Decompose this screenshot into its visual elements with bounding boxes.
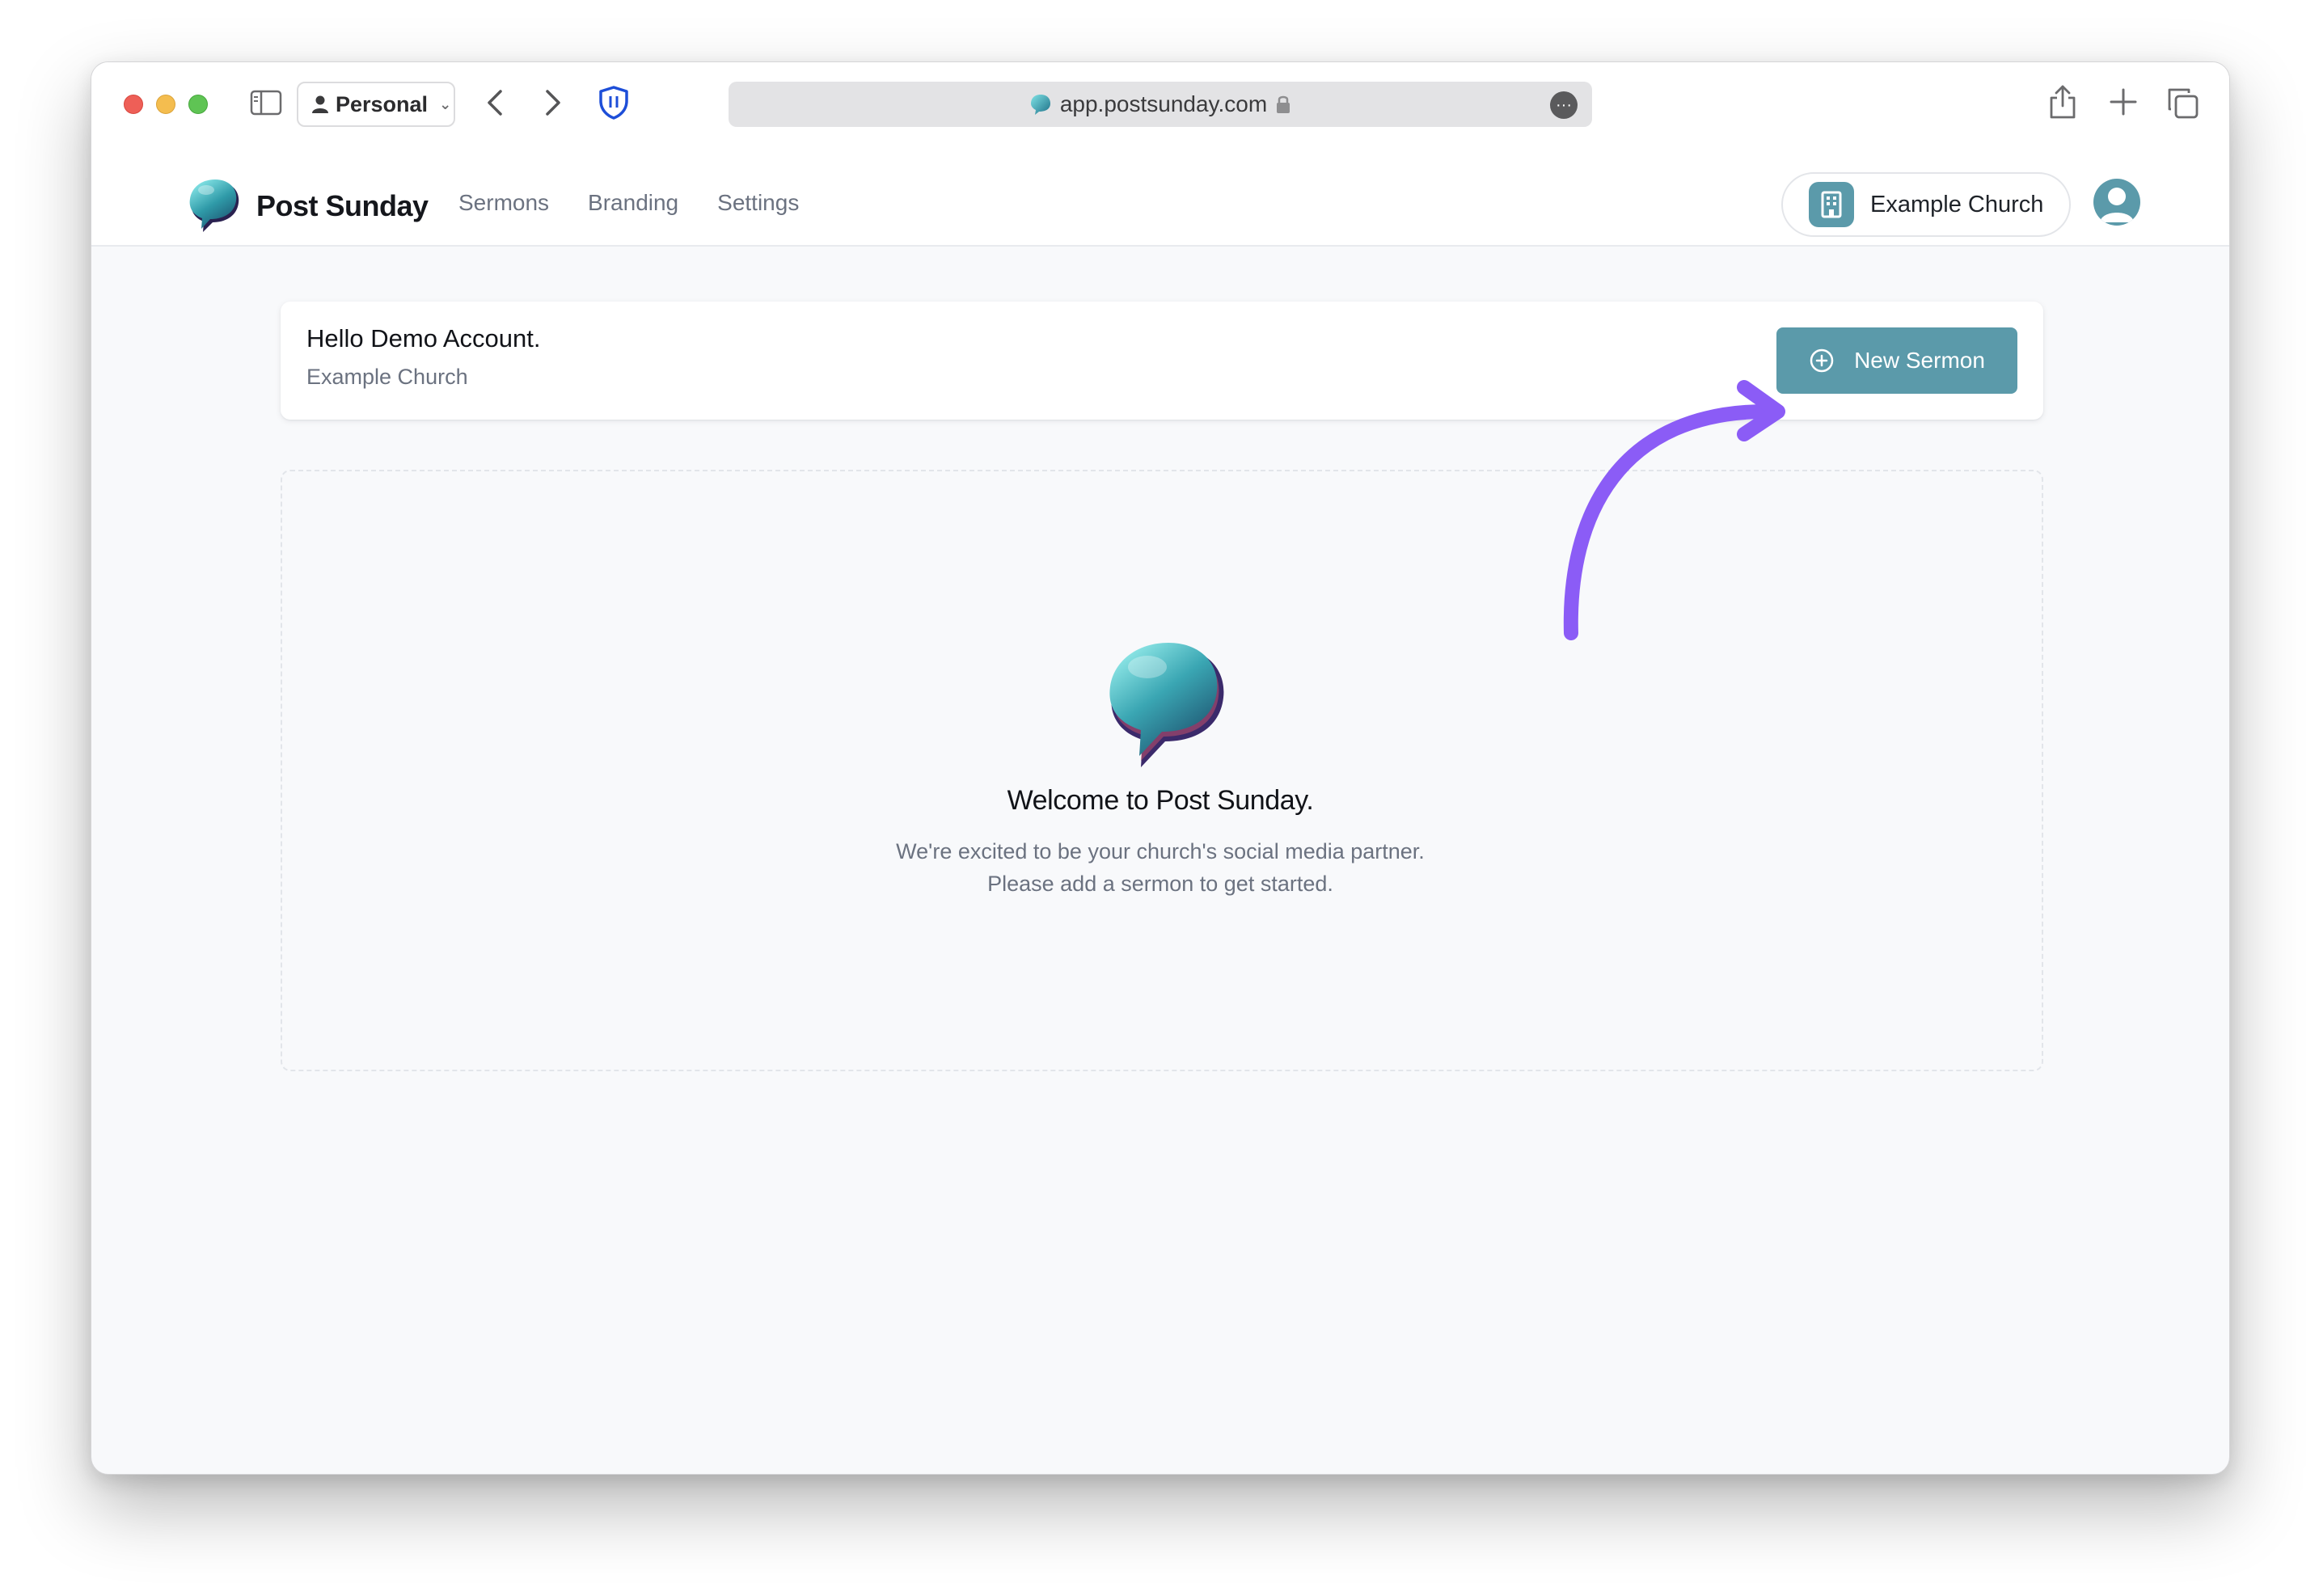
welcome-title: Welcome to Post Sunday. <box>1007 785 1314 816</box>
browser-window: Personal ⌄ app.postsunday.com ··· Post S… <box>91 61 2230 1475</box>
user-icon <box>2100 188 2134 222</box>
welcome-line-2: Please add a sermon to get started. <box>987 872 1333 896</box>
main-nav: Sermons Branding Settings <box>458 190 799 216</box>
user-avatar[interactable] <box>2093 179 2140 226</box>
tab-overview-icon[interactable] <box>2166 87 2199 119</box>
church-switcher-label: Example Church <box>1870 191 2044 217</box>
plus-circle-icon <box>1810 348 1834 373</box>
zoom-window-button[interactable] <box>188 95 208 114</box>
nav-link-sermons[interactable]: Sermons <box>458 190 549 216</box>
minimize-window-button[interactable] <box>156 95 175 114</box>
chevron-down-icon: ⌄ <box>439 95 452 112</box>
profile-selector[interactable]: Personal ⌄ <box>297 82 455 127</box>
window-controls <box>124 95 208 114</box>
address-bar[interactable]: app.postsunday.com ··· <box>729 82 1592 127</box>
forward-arrow-icon[interactable] <box>539 87 567 119</box>
share-icon[interactable] <box>2047 83 2079 120</box>
greeting-card: Hello Demo Account. Example Church New S… <box>281 302 2043 420</box>
new-sermon-button[interactable]: New Sermon <box>1776 327 2017 394</box>
church-switcher[interactable]: Example Church <box>1781 172 2071 237</box>
back-arrow-icon[interactable] <box>481 87 509 119</box>
welcome-line-1: We're excited to be your church's social… <box>896 839 1425 863</box>
lock-icon <box>1277 95 1290 113</box>
close-window-button[interactable] <box>124 95 143 114</box>
sidebar-toggle-icon[interactable] <box>250 90 282 116</box>
greeting-title: Hello Demo Account. <box>306 324 541 353</box>
site-favicon-icon <box>1030 95 1050 115</box>
password-manager-shield-icon[interactable] <box>596 85 631 120</box>
greeting-subtitle: Example Church <box>306 365 468 389</box>
post-sunday-large-logo-icon <box>1109 643 1224 767</box>
page-menu-icon[interactable]: ··· <box>1550 91 1578 119</box>
person-icon <box>312 95 328 113</box>
post-sunday-logo-icon <box>189 179 239 232</box>
brand-name: Post Sunday <box>256 189 429 222</box>
nav-link-settings[interactable]: Settings <box>717 190 799 216</box>
welcome-description: We're excited to be your church's social… <box>91 835 2229 900</box>
new-tab-plus-icon[interactable] <box>2108 87 2139 117</box>
brand[interactable]: Post Sunday <box>187 177 429 235</box>
app-header: Post Sunday Sermons Branding Settings Ex… <box>91 159 2229 247</box>
browser-toolbar: Personal ⌄ app.postsunday.com ··· <box>91 62 2229 159</box>
nav-link-branding[interactable]: Branding <box>588 190 678 216</box>
new-sermon-label: New Sermon <box>1854 348 1985 373</box>
profile-label: Personal <box>336 91 429 116</box>
building-icon <box>1809 182 1854 227</box>
url-text: app.postsunday.com <box>1059 91 1268 116</box>
